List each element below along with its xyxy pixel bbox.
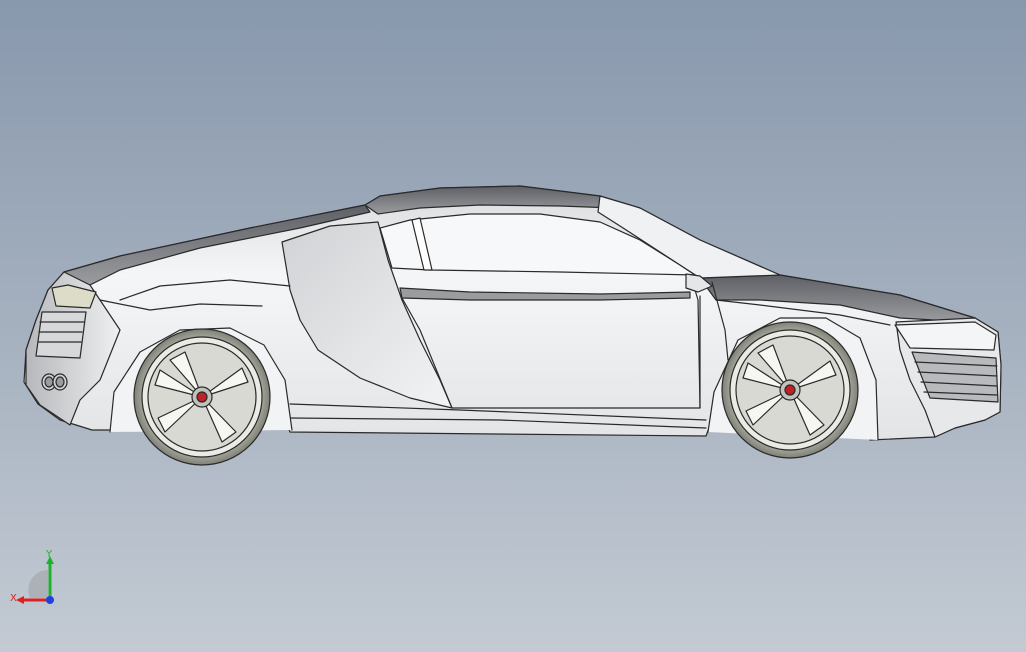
headlight [894, 321, 997, 351]
rear-hub-cap [196, 391, 208, 403]
car-model-view[interactable] [0, 0, 1026, 652]
graphics-viewport[interactable]: Y X [0, 0, 1026, 652]
x-axis-arrowhead [16, 596, 24, 604]
exhaust-inner [44, 376, 54, 388]
x-axis-label: X [10, 593, 17, 604]
rear-wheel [133, 328, 271, 466]
y-axis-label: Y [45, 549, 53, 560]
rear-grille [35, 311, 87, 359]
front-wheel [721, 321, 859, 459]
front-hub-cap [784, 384, 796, 396]
triad-plane-icon [28, 570, 48, 598]
z-axis-dot [46, 596, 54, 604]
exhaust-inner [55, 376, 65, 388]
reference-triad[interactable]: Y X [8, 548, 68, 612]
